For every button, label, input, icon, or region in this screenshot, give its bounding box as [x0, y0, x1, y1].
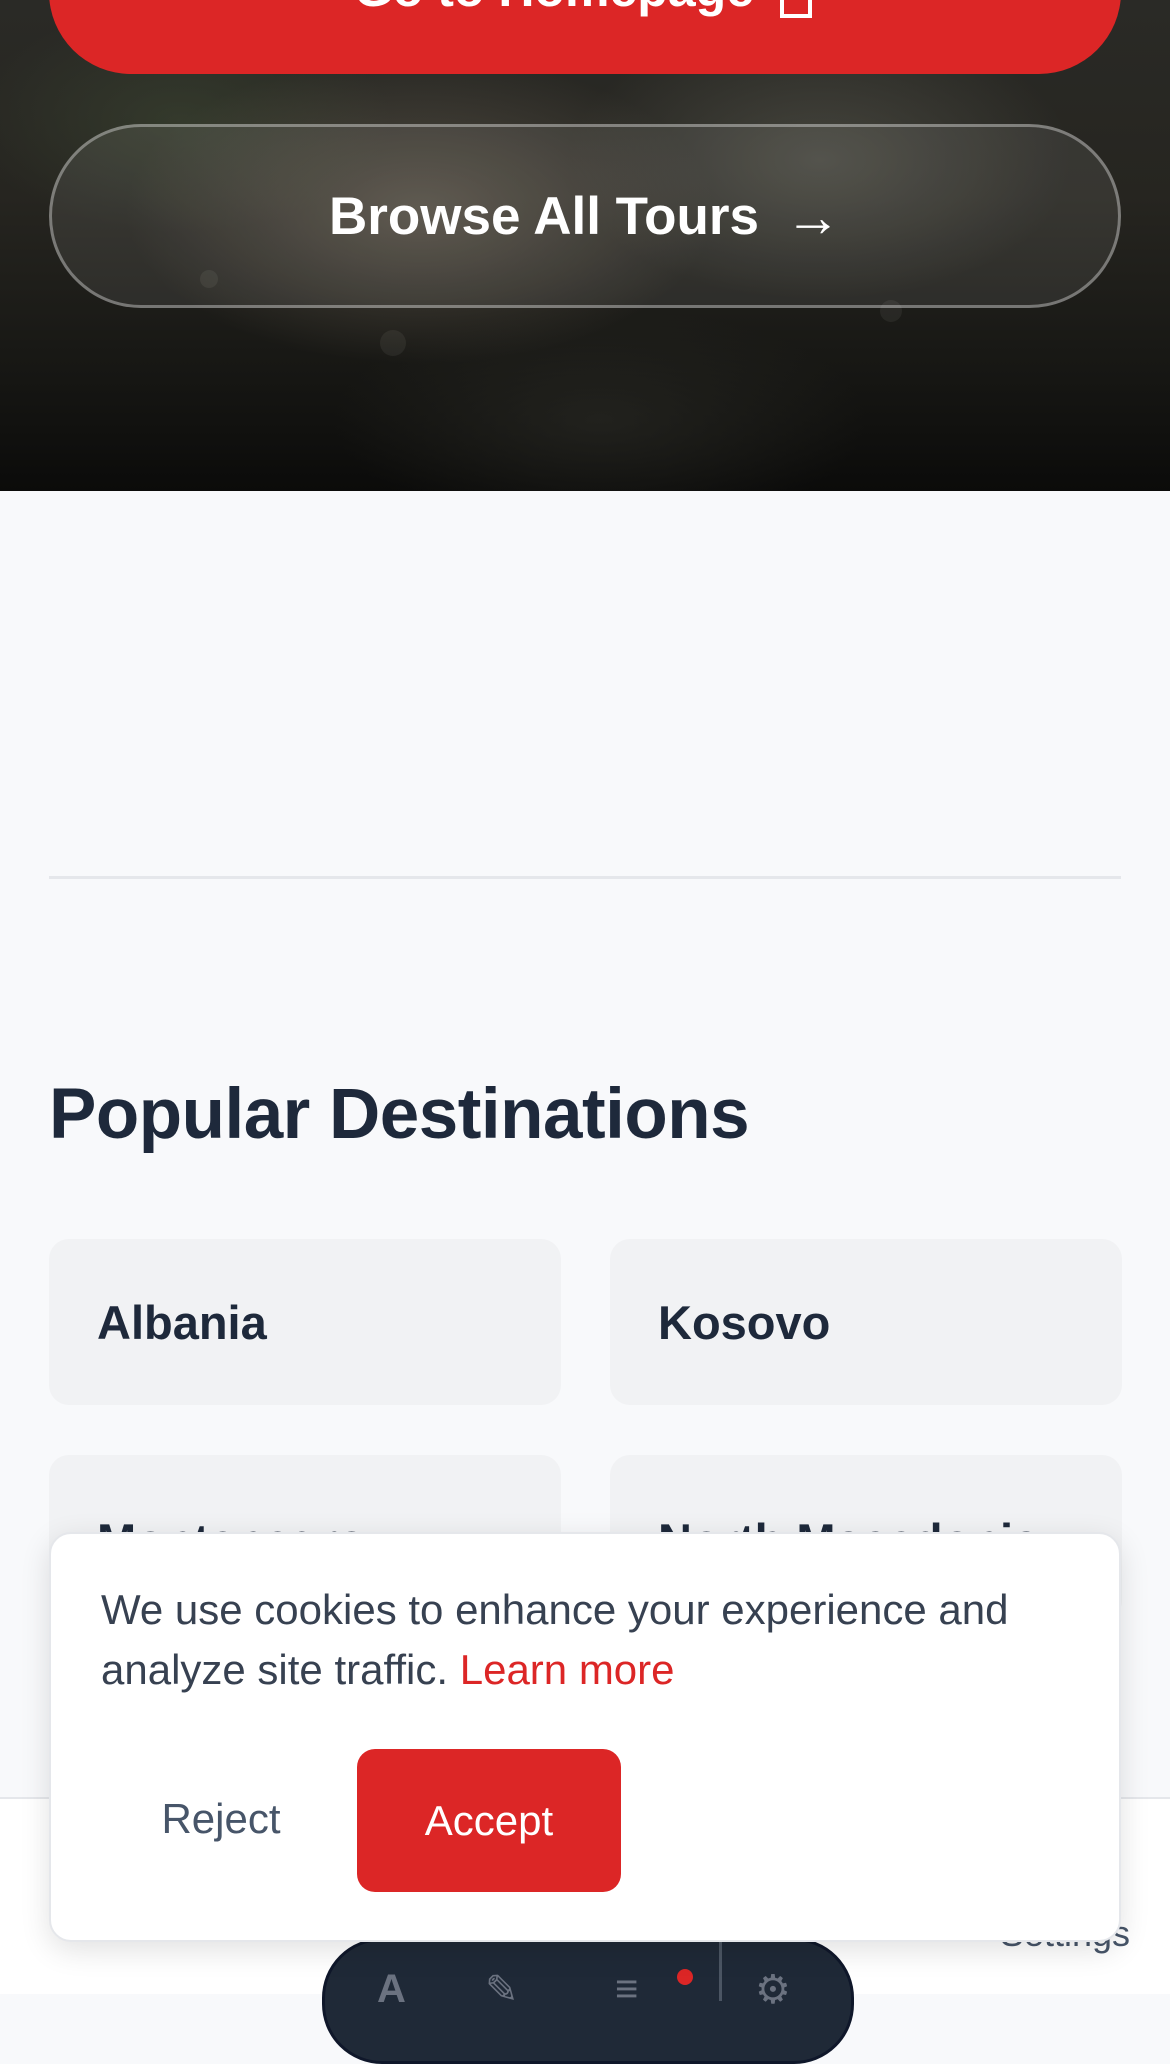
browse-all-tours-button[interactable]: Browse All Tours → [49, 124, 1121, 308]
toolbar-separator [719, 1941, 722, 2001]
reject-cookies-button[interactable]: Reject [141, 1749, 301, 1889]
arrow-right-icon: → [784, 184, 841, 248]
menu-lines-icon[interactable]: ≡ [615, 1967, 638, 2012]
browse-all-tours-label: Browse All Tours [329, 186, 759, 246]
cookie-message: We use cookies to enhance your experienc… [101, 1580, 1081, 1700]
destination-label: Albania [97, 1295, 267, 1349]
hero-section: Go to Homepage Browse All Tours → [0, 0, 1170, 491]
floating-toolbar: A ✎ ≡ ⚙ [322, 1938, 854, 2064]
notification-dot-icon [677, 1969, 693, 1985]
go-to-homepage-label: Go to Homepage [354, 0, 754, 18]
destination-label: Kosovo [658, 1295, 831, 1349]
destination-card-albania[interactable]: Albania [49, 1239, 561, 1405]
text-size-icon[interactable]: A [377, 1967, 406, 2012]
gear-icon[interactable]: ⚙ [755, 1967, 791, 2013]
hero-texture [380, 330, 406, 356]
go-to-homepage-button[interactable]: Go to Homepage [49, 0, 1121, 74]
learn-more-link[interactable]: Learn more [460, 1646, 675, 1693]
accept-cookies-button[interactable]: Accept [357, 1749, 621, 1892]
megaphone-icon[interactable]: ✎ [485, 1967, 519, 2013]
cookie-consent-banner: We use cookies to enhance your experienc… [49, 1532, 1121, 1942]
popular-destinations-title: Popular Destinations [49, 1075, 750, 1154]
home-icon [776, 0, 816, 18]
section-divider [49, 876, 1121, 879]
destination-card-kosovo[interactable]: Kosovo [610, 1239, 1122, 1405]
